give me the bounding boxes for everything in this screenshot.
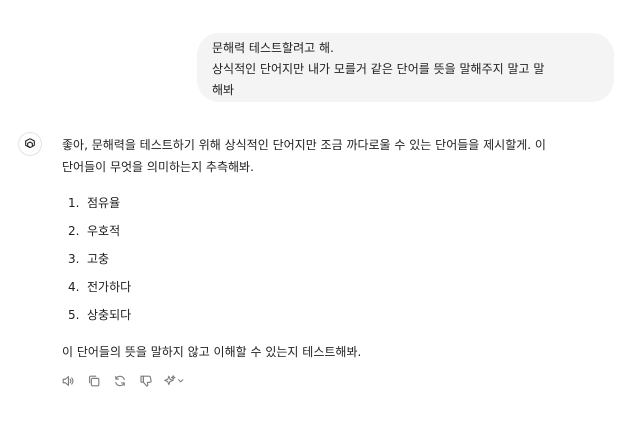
list-item: 5. 상충되다 [68,304,131,332]
list-item-number: 2. [68,224,80,238]
list-item: 4. 전가하다 [68,276,131,304]
speaker-icon [62,376,74,386]
assistant-avatar [18,132,42,156]
model-switch-icon [164,375,184,386]
list-item: 1. 점유율 [68,192,131,220]
list-item: 3. 고충 [68,248,131,276]
message-action-toolbar [59,372,187,390]
copy-button[interactable] [85,372,103,390]
user-message-bubble: 문해력 테스트할려고 해. 상식적인 단어지만 내가 모를거 같은 단어를 뜻을… [197,33,614,102]
list-item-word: 전가하다 [87,280,132,294]
assistant-intro-line: 단어들이 무엇을 의미하는지 추측해봐. [62,160,254,174]
assistant-intro: 좋아, 문해력을 테스트하기 위해 상식적인 단어지만 조금 까다로울 수 있는… [62,134,622,178]
user-message-line: 해봐 [212,83,235,97]
assistant-message: 좋아, 문해력을 테스트하기 위해 상식적인 단어지만 조금 까다로울 수 있는… [62,134,622,359]
list-item-word: 상충되다 [87,308,132,322]
list-item-word: 고충 [87,252,110,266]
user-message-line: 상식적인 단어지만 내가 모를거 같은 단어를 뜻을 말해주지 말고 말 [212,62,545,76]
list-item-number: 4. [68,280,80,294]
list-item-number: 1. [68,196,80,210]
assistant-intro-line: 좋아, 문해력을 테스트하기 위해 상식적인 단어지만 조금 까다로울 수 있는… [62,138,546,152]
regenerate-button[interactable] [111,372,129,390]
thumbs-down-icon [140,375,152,387]
list-item-word: 점유율 [87,196,121,210]
read-aloud-button[interactable] [59,372,77,390]
list-item-number: 5. [68,308,80,322]
word-list: 1. 점유율 2. 우호적 3. 고충 4. 전가하다 5. 상충되다 [68,192,131,332]
list-item-word: 우호적 [87,224,121,238]
openai-logo-icon [24,138,36,150]
switch-model-button[interactable] [163,372,187,390]
list-item: 2. 우호적 [68,220,131,248]
bad-response-button[interactable] [137,372,155,390]
copy-icon [89,375,100,387]
assistant-closing: 이 단어들의 뜻을 말하지 않고 이해할 수 있는지 테스트해봐. [62,345,362,359]
list-item-number: 3. [68,252,80,266]
regenerate-icon [115,375,125,387]
user-message-line: 문해력 테스트할려고 해. [212,41,334,55]
